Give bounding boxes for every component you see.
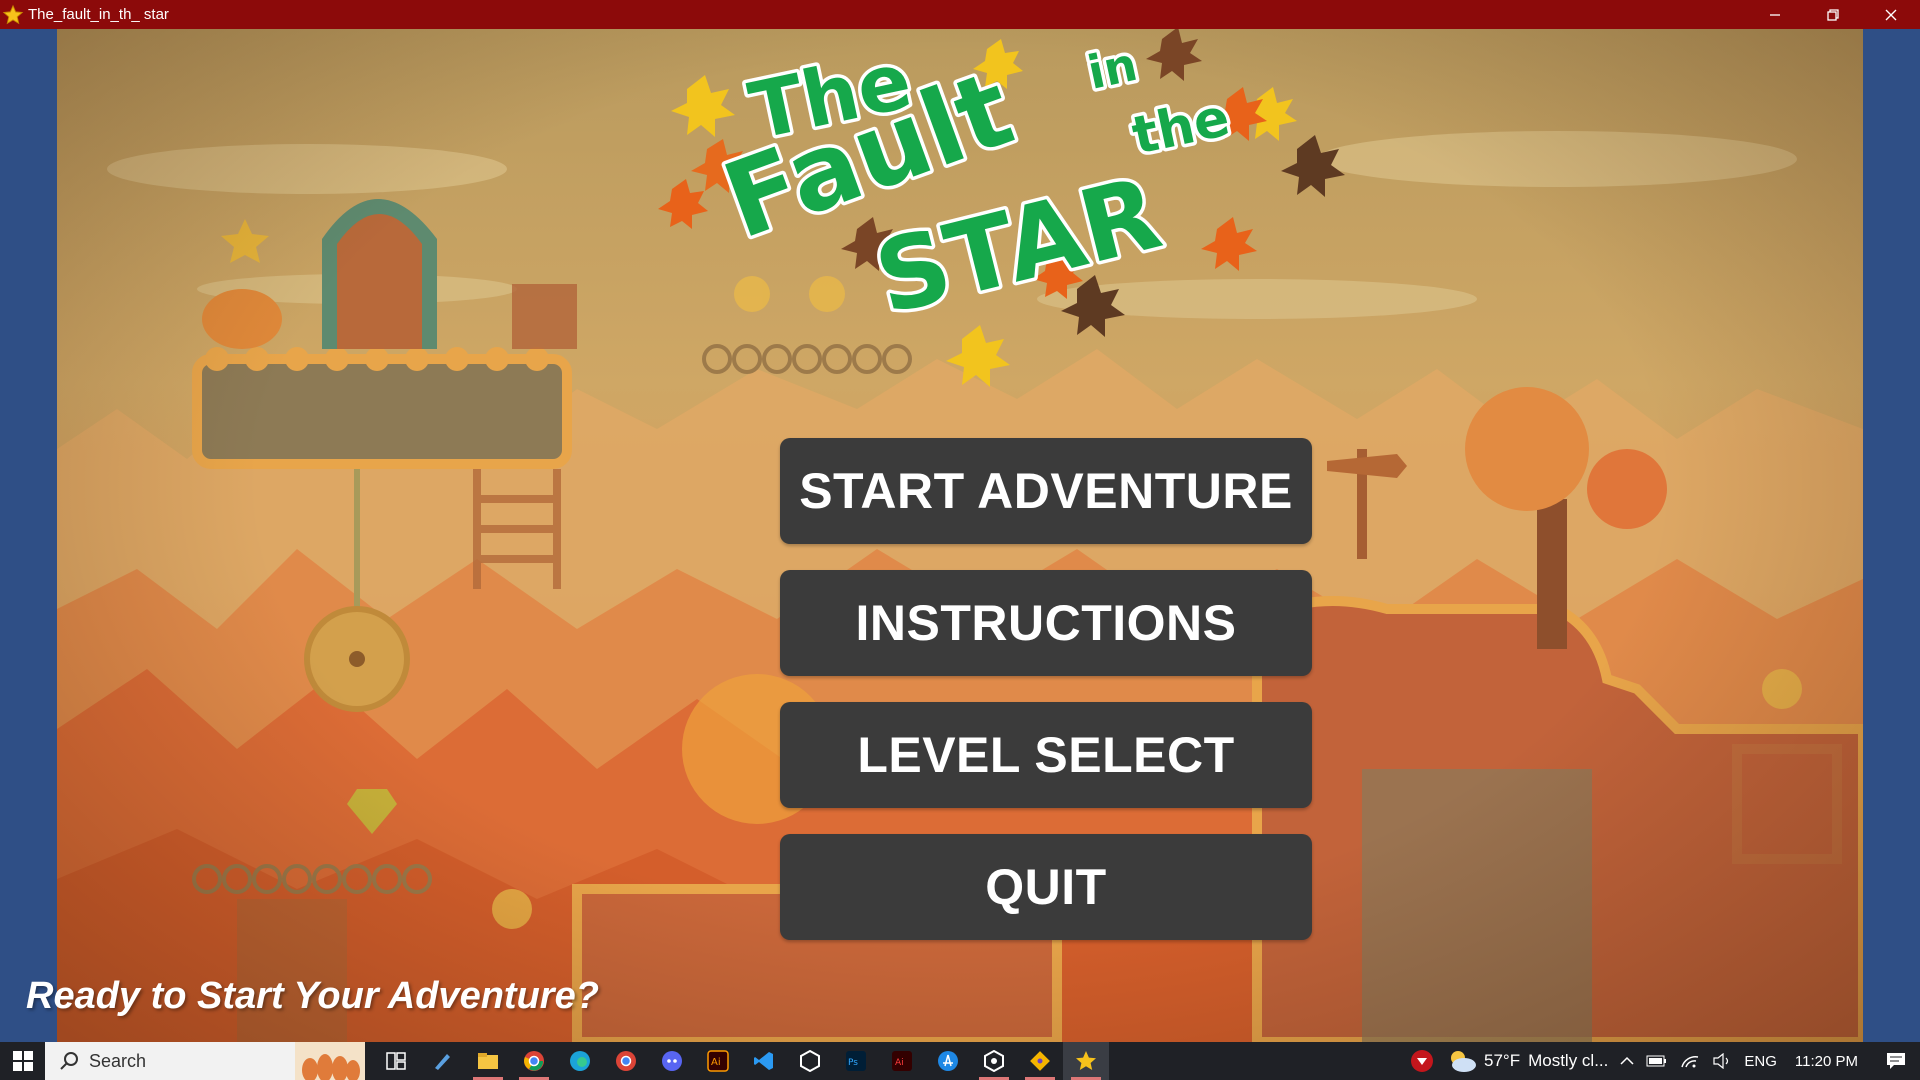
chrome-profile-button[interactable] <box>603 1042 649 1080</box>
svg-text:Ai: Ai <box>711 1057 721 1068</box>
discord-button[interactable] <box>649 1042 695 1080</box>
level-select-button[interactable]: LEVEL SELECT <box>780 702 1312 808</box>
weather-text: Mostly cl... <box>1528 1051 1609 1070</box>
start-button[interactable] <box>0 1042 45 1080</box>
cloudy-weather-icon <box>1451 1051 1476 1072</box>
app-store-icon <box>938 1051 958 1071</box>
instructions-button[interactable]: INSTRUCTIONS <box>780 570 1312 676</box>
svg-text:Ps: Ps <box>848 1058 858 1068</box>
game-star-button[interactable] <box>1063 1042 1109 1080</box>
clock[interactable]: 11:20 PM <box>1795 1053 1858 1070</box>
logo-word-in: in <box>1083 37 1142 100</box>
minimize-button[interactable] <box>1746 0 1804 29</box>
unity-hub-button[interactable] <box>787 1042 833 1080</box>
system-tray: 57°F Mostly cl... ENG 11:20 PM <box>1404 1042 1920 1080</box>
task-view-button[interactable] <box>373 1042 419 1080</box>
adobe-button[interactable]: Ai <box>879 1042 925 1080</box>
close-button[interactable] <box>1862 0 1920 29</box>
pen-app-button[interactable] <box>419 1042 465 1080</box>
game-viewport: The in Fault the STAR START ADVENTURE IN… <box>0 29 1920 1042</box>
wifi-button[interactable] <box>1680 1053 1700 1069</box>
window-titlebar: The_fault_in_th_ star <box>0 0 1920 29</box>
minimize-icon <box>1770 13 1780 16</box>
windows-taskbar: Search Ai Ps Ai 57°F Mostly cl... ENG 11… <box>0 1042 1920 1080</box>
restore-button[interactable] <box>1804 0 1862 29</box>
window-title: The_fault_in_th_ star <box>28 6 169 23</box>
unity-hub-icon <box>800 1050 820 1072</box>
vscode-icon <box>754 1052 773 1070</box>
weather-widget[interactable]: 57°F Mostly cl... <box>1446 1048 1608 1074</box>
git-icon <box>1030 1051 1050 1071</box>
chrome-button[interactable] <box>511 1042 557 1080</box>
start-adventure-button[interactable]: START ADVENTURE <box>780 438 1312 544</box>
search-placeholder: Search <box>89 1050 147 1071</box>
search-highlight-art-icon <box>295 1042 365 1080</box>
chrome-profile-icon <box>616 1051 636 1071</box>
search-icon <box>60 1052 78 1070</box>
security-shield-icon <box>1411 1050 1433 1072</box>
security-tray-button[interactable] <box>1410 1049 1434 1073</box>
star-icon <box>2 4 24 24</box>
illustrator-icon: Ai <box>707 1050 729 1072</box>
pen-app-icon <box>435 1054 450 1070</box>
chrome-icon <box>524 1051 544 1071</box>
main-menu-scene: The in Fault the STAR START ADVENTURE IN… <box>57 29 1863 1042</box>
close-icon <box>1885 9 1897 20</box>
logo-word-the-small: the <box>1127 88 1235 167</box>
wifi-icon <box>1681 1056 1699 1068</box>
vscode-button[interactable] <box>741 1042 787 1080</box>
speaker-icon <box>1713 1053 1729 1069</box>
svg-text:Ai: Ai <box>895 1058 904 1068</box>
battery-icon <box>1646 1055 1667 1067</box>
chevron-up-icon <box>1620 1056 1634 1065</box>
unity-button[interactable] <box>971 1042 1017 1080</box>
battery-button[interactable] <box>1646 1055 1668 1067</box>
quit-button[interactable]: QUIT <box>780 834 1312 940</box>
discord-icon <box>662 1051 682 1071</box>
taskbar-search[interactable]: Search <box>45 1042 365 1080</box>
language-indicator[interactable]: ENG <box>1744 1053 1777 1070</box>
show-hidden-icons-button[interactable] <box>1620 1056 1634 1066</box>
task-view-icon <box>386 1052 406 1070</box>
tagline-text: Ready to Start Your Adventure? <box>26 975 599 1017</box>
app-store-button[interactable] <box>925 1042 971 1080</box>
edge-button[interactable] <box>557 1042 603 1080</box>
photoshop-button[interactable]: Ps <box>833 1042 879 1080</box>
main-menu: START ADVENTURE INSTRUCTIONS LEVEL SELEC… <box>780 438 1312 966</box>
weather-temp: 57°F <box>1484 1051 1521 1070</box>
unity-icon <box>984 1050 1004 1072</box>
file-explorer-icon <box>478 1053 498 1069</box>
notification-icon <box>1887 1053 1905 1069</box>
restore-icon <box>1827 8 1839 21</box>
game-star-icon <box>1076 1051 1096 1070</box>
windows-logo-icon <box>12 1051 33 1071</box>
adobe-icon: Ai <box>892 1051 912 1071</box>
file-explorer-button[interactable] <box>465 1042 511 1080</box>
edge-icon <box>570 1051 590 1071</box>
notifications-button[interactable] <box>1886 1052 1906 1070</box>
volume-button[interactable] <box>1712 1053 1732 1069</box>
photoshop-icon: Ps <box>846 1051 866 1071</box>
illustrator-button[interactable]: Ai <box>695 1042 741 1080</box>
git-button[interactable] <box>1017 1042 1063 1080</box>
game-logo: The in Fault the STAR <box>657 29 1357 389</box>
